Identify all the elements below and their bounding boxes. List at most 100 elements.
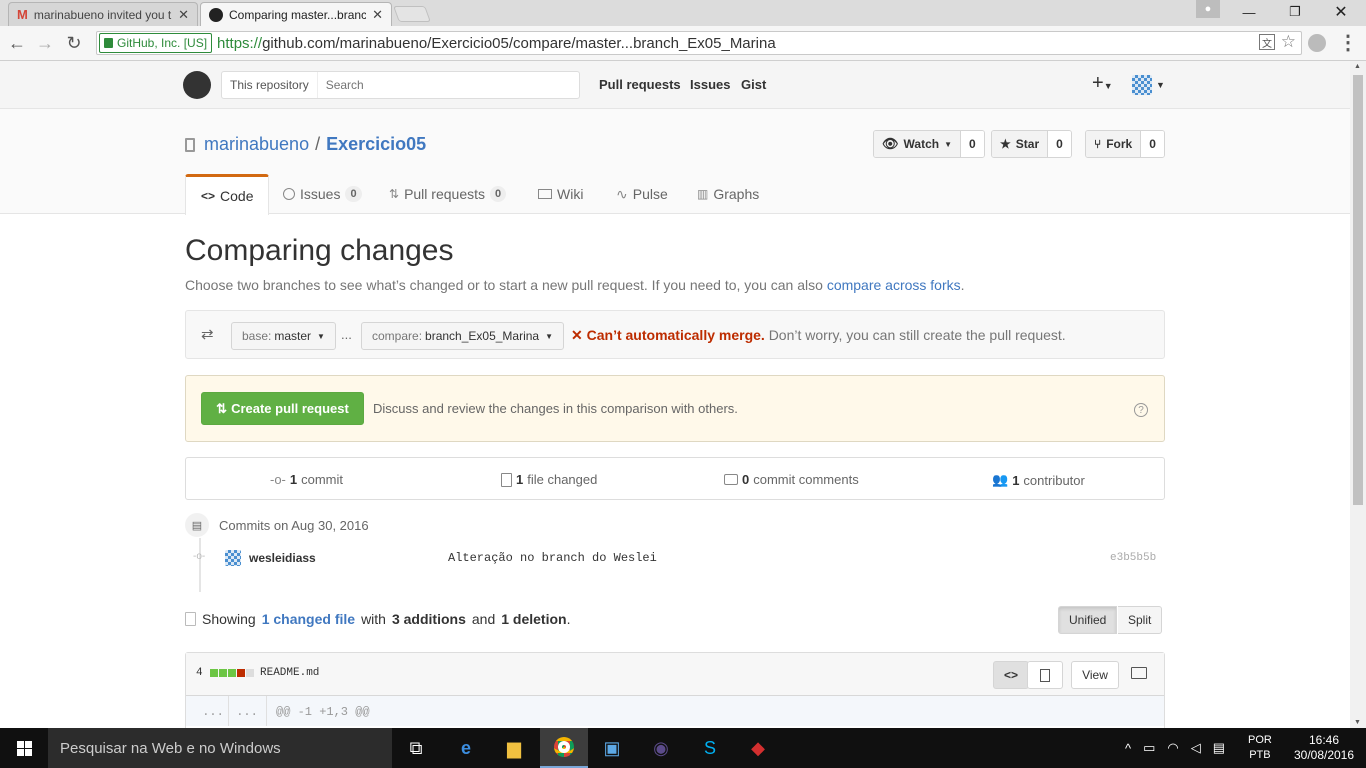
commit-sha-link[interactable]: e3b5b5b	[1110, 552, 1156, 564]
star-bookmark-icon[interactable]: ☆	[1281, 32, 1296, 52]
hunk-expand-right[interactable]: ...	[230, 705, 264, 719]
volume-icon[interactable]: ◁	[1191, 740, 1201, 756]
files-number: 1	[516, 472, 524, 487]
star-label: Star	[1015, 137, 1040, 151]
star-count[interactable]: 0	[1048, 131, 1071, 157]
commits-count-link[interactable]: -o- 1 commit	[270, 472, 343, 487]
commits-label: commit	[301, 472, 344, 487]
chrome-menu-icon[interactable]: ⋮	[1338, 30, 1358, 55]
changed-file-link[interactable]: 1 changed file	[262, 611, 355, 627]
tab-wiki[interactable]: Wiki	[523, 174, 598, 214]
github-logo-icon[interactable]	[183, 71, 211, 99]
view-file-button[interactable]: View	[1071, 661, 1119, 689]
search-scope-label: This repository	[222, 72, 318, 98]
create-pull-request-button[interactable]: ⇅ Create pull request	[201, 392, 364, 425]
diffstat-summary: Showing 1 changed file with 3 additions …	[185, 611, 570, 627]
swap-branches-icon[interactable]: ⇄	[201, 325, 214, 343]
star-button[interactable]: ★ Star	[992, 131, 1049, 157]
base-branch-select[interactable]: base: master ▼	[231, 322, 336, 350]
caret-down-icon: ▼	[317, 331, 325, 341]
translate-icon[interactable]: 文	[1259, 34, 1275, 50]
nav-pull-requests[interactable]: Pull requests	[599, 77, 681, 92]
lock-icon	[104, 38, 113, 48]
question-icon[interactable]: ?	[1134, 403, 1148, 417]
desktop-icon[interactable]	[1131, 667, 1147, 679]
acrobat-icon[interactable]: ◆	[734, 728, 782, 768]
address-bar[interactable]: GitHub, Inc. [US] https:// github.com/ma…	[96, 31, 1302, 55]
contributors-link[interactable]: 👥 1 contributor	[992, 472, 1085, 488]
extension-icon[interactable]	[1308, 34, 1326, 52]
file-name-link[interactable]: README.md	[260, 667, 319, 679]
tab-title: Comparing master...branc	[229, 7, 367, 22]
language-indicator[interactable]: POR PTB	[1248, 733, 1272, 763]
commits-group-heading: ▤ Commits on Aug 30, 2016	[185, 513, 369, 537]
watch-button[interactable]: 👁 Watch ▼	[874, 131, 961, 157]
hunk-expand-left[interactable]: ...	[196, 705, 230, 719]
browser-tab-github[interactable]: Comparing master...branc ✕	[200, 2, 392, 26]
task-view-icon[interactable]: ⧉	[392, 728, 440, 768]
reload-button[interactable]: ↻	[62, 32, 86, 54]
notification-icon[interactable]: ▤	[1213, 740, 1225, 756]
tab-graphs[interactable]: ▥ Graphs	[682, 174, 774, 214]
back-button[interactable]: ←	[5, 32, 29, 54]
compare-branch-select[interactable]: compare: branch_Ex05_Marina ▼	[361, 322, 565, 350]
unified-view-button[interactable]: Unified	[1058, 606, 1118, 634]
rich-diff-button[interactable]	[1027, 661, 1063, 689]
plus-icon: +	[1092, 72, 1104, 94]
split-view-button[interactable]: Split	[1118, 606, 1163, 634]
source-view-button[interactable]: <>	[993, 661, 1029, 689]
start-button[interactable]	[0, 728, 48, 768]
repo-name-link[interactable]: Exercicio05	[326, 134, 426, 155]
compare-across-forks-link[interactable]: compare across forks	[827, 277, 961, 293]
scrollbar-thumb[interactable]	[1353, 75, 1363, 505]
commit-message-link[interactable]: Alteração no branch do Weslei	[448, 551, 657, 565]
restore-button[interactable]: ❐	[1272, 0, 1318, 24]
edge-icon[interactable]: e	[442, 728, 490, 768]
browser-tab-gmail[interactable]: M marinabueno invited you t ✕	[8, 2, 198, 26]
file-explorer-icon[interactable]: ▆	[490, 728, 538, 768]
secure-badge[interactable]: GitHub, Inc. [US]	[99, 33, 213, 53]
close-window-button[interactable]: ✕	[1318, 0, 1364, 24]
new-tab-button[interactable]	[393, 6, 431, 22]
tab-pulse[interactable]: ∿ Pulse	[601, 174, 683, 214]
forward-button[interactable]: →	[33, 32, 57, 54]
taskbar-search[interactable]: Pesquisar na Web e no Windows	[48, 728, 392, 768]
page-scrollbar[interactable]: ▲ ▼	[1350, 61, 1366, 728]
nav-issues[interactable]: Issues	[690, 77, 730, 92]
eclipse-icon[interactable]: ◉	[637, 728, 685, 768]
fork-icon: ⑂	[1094, 137, 1102, 151]
fork-count[interactable]: 0	[1141, 131, 1164, 157]
repo-owner-link[interactable]: marinabueno	[204, 134, 309, 155]
with-text: with	[361, 611, 386, 627]
search-input[interactable]	[317, 78, 568, 92]
files-changed-link[interactable]: 1 file changed	[501, 472, 597, 487]
battery-icon[interactable]: ▭	[1143, 740, 1155, 756]
commit-author-link[interactable]: wesleidiass	[249, 551, 316, 565]
tab-label: Wiki	[557, 186, 584, 202]
tab-issues[interactable]: Issues 0	[268, 174, 377, 214]
watch-label: Watch	[903, 137, 940, 151]
commit-comments-link[interactable]: 0 commit comments	[724, 472, 859, 487]
clock[interactable]: 16:46 30/08/2016	[1284, 733, 1364, 763]
fork-button[interactable]: ⑂ Fork	[1086, 131, 1142, 157]
close-tab-icon[interactable]: ✕	[372, 7, 383, 23]
scroll-up-icon[interactable]: ▲	[1354, 63, 1361, 70]
hunk-text: @@ -1 +1,3 @@	[276, 705, 370, 719]
avatar[interactable]	[225, 550, 241, 566]
nav-gist[interactable]: Gist	[741, 77, 766, 92]
create-new-button[interactable]: +▼	[1092, 72, 1113, 95]
watch-count[interactable]: 0	[961, 131, 984, 157]
profile-icon[interactable]: ●	[1196, 0, 1220, 18]
skype-icon[interactable]: S	[686, 728, 734, 768]
control-panel-icon[interactable]: ▣	[588, 728, 636, 768]
keyboard-code: PTB	[1249, 749, 1271, 761]
tab-pull-requests[interactable]: ⇅ Pull requests 0	[374, 174, 521, 214]
close-tab-icon[interactable]: ✕	[178, 7, 189, 23]
minimize-button[interactable]: —	[1226, 0, 1272, 24]
wifi-icon[interactable]: ◠	[1167, 740, 1178, 756]
tab-code[interactable]: <> Code	[185, 174, 270, 215]
user-menu[interactable]: ▼	[1132, 75, 1165, 95]
chrome-icon[interactable]	[540, 728, 588, 768]
scroll-down-icon[interactable]: ▼	[1354, 719, 1361, 726]
chevron-up-icon[interactable]: ^	[1125, 741, 1131, 756]
